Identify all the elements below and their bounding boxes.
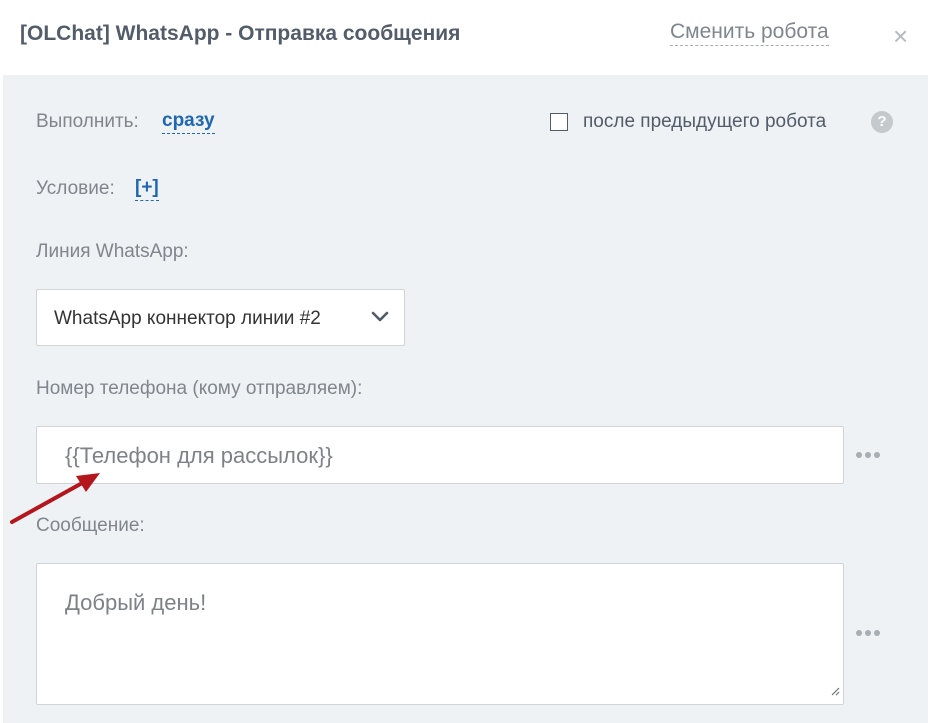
- chevron-down-icon: [371, 310, 389, 329]
- dialog-title: [OLChat] WhatsApp - Отправка сообщения: [20, 22, 461, 45]
- add-condition-link[interactable]: [+]: [135, 176, 159, 201]
- message-textarea-value: Добрый день!: [65, 590, 207, 615]
- resize-handle-icon[interactable]: [830, 683, 840, 701]
- close-icon[interactable]: ×: [893, 22, 908, 50]
- whatsapp-line-select[interactable]: WhatsApp коннектор линии #2: [36, 289, 405, 346]
- phone-label: Номер телефона (кому отправляем):: [36, 378, 363, 399]
- dialog-header: [OLChat] WhatsApp - Отправка сообщения С…: [0, 0, 935, 75]
- annotation-arrow: [10, 473, 100, 524]
- phone-more-dots-icon[interactable]: [856, 450, 884, 460]
- phone-input[interactable]: {{Телефон для рассылок}}: [36, 426, 844, 484]
- message-textarea[interactable]: Добрый день!: [36, 563, 844, 705]
- after-previous-label[interactable]: после предыдущего робота: [583, 111, 826, 133]
- help-icon[interactable]: ?: [871, 111, 893, 133]
- whatsapp-line-selected: WhatsApp коннектор линии #2: [54, 308, 321, 329]
- message-more-dots-icon[interactable]: [856, 628, 884, 638]
- condition-label: Условие:: [36, 178, 115, 199]
- execute-timing-link[interactable]: сразу: [162, 109, 215, 134]
- execute-label: Выполнить:: [36, 111, 139, 132]
- change-robot-link[interactable]: Сменить робота: [670, 19, 829, 46]
- whatsapp-line-label: Линия WhatsApp:: [36, 241, 189, 262]
- after-previous-checkbox[interactable]: [550, 113, 568, 131]
